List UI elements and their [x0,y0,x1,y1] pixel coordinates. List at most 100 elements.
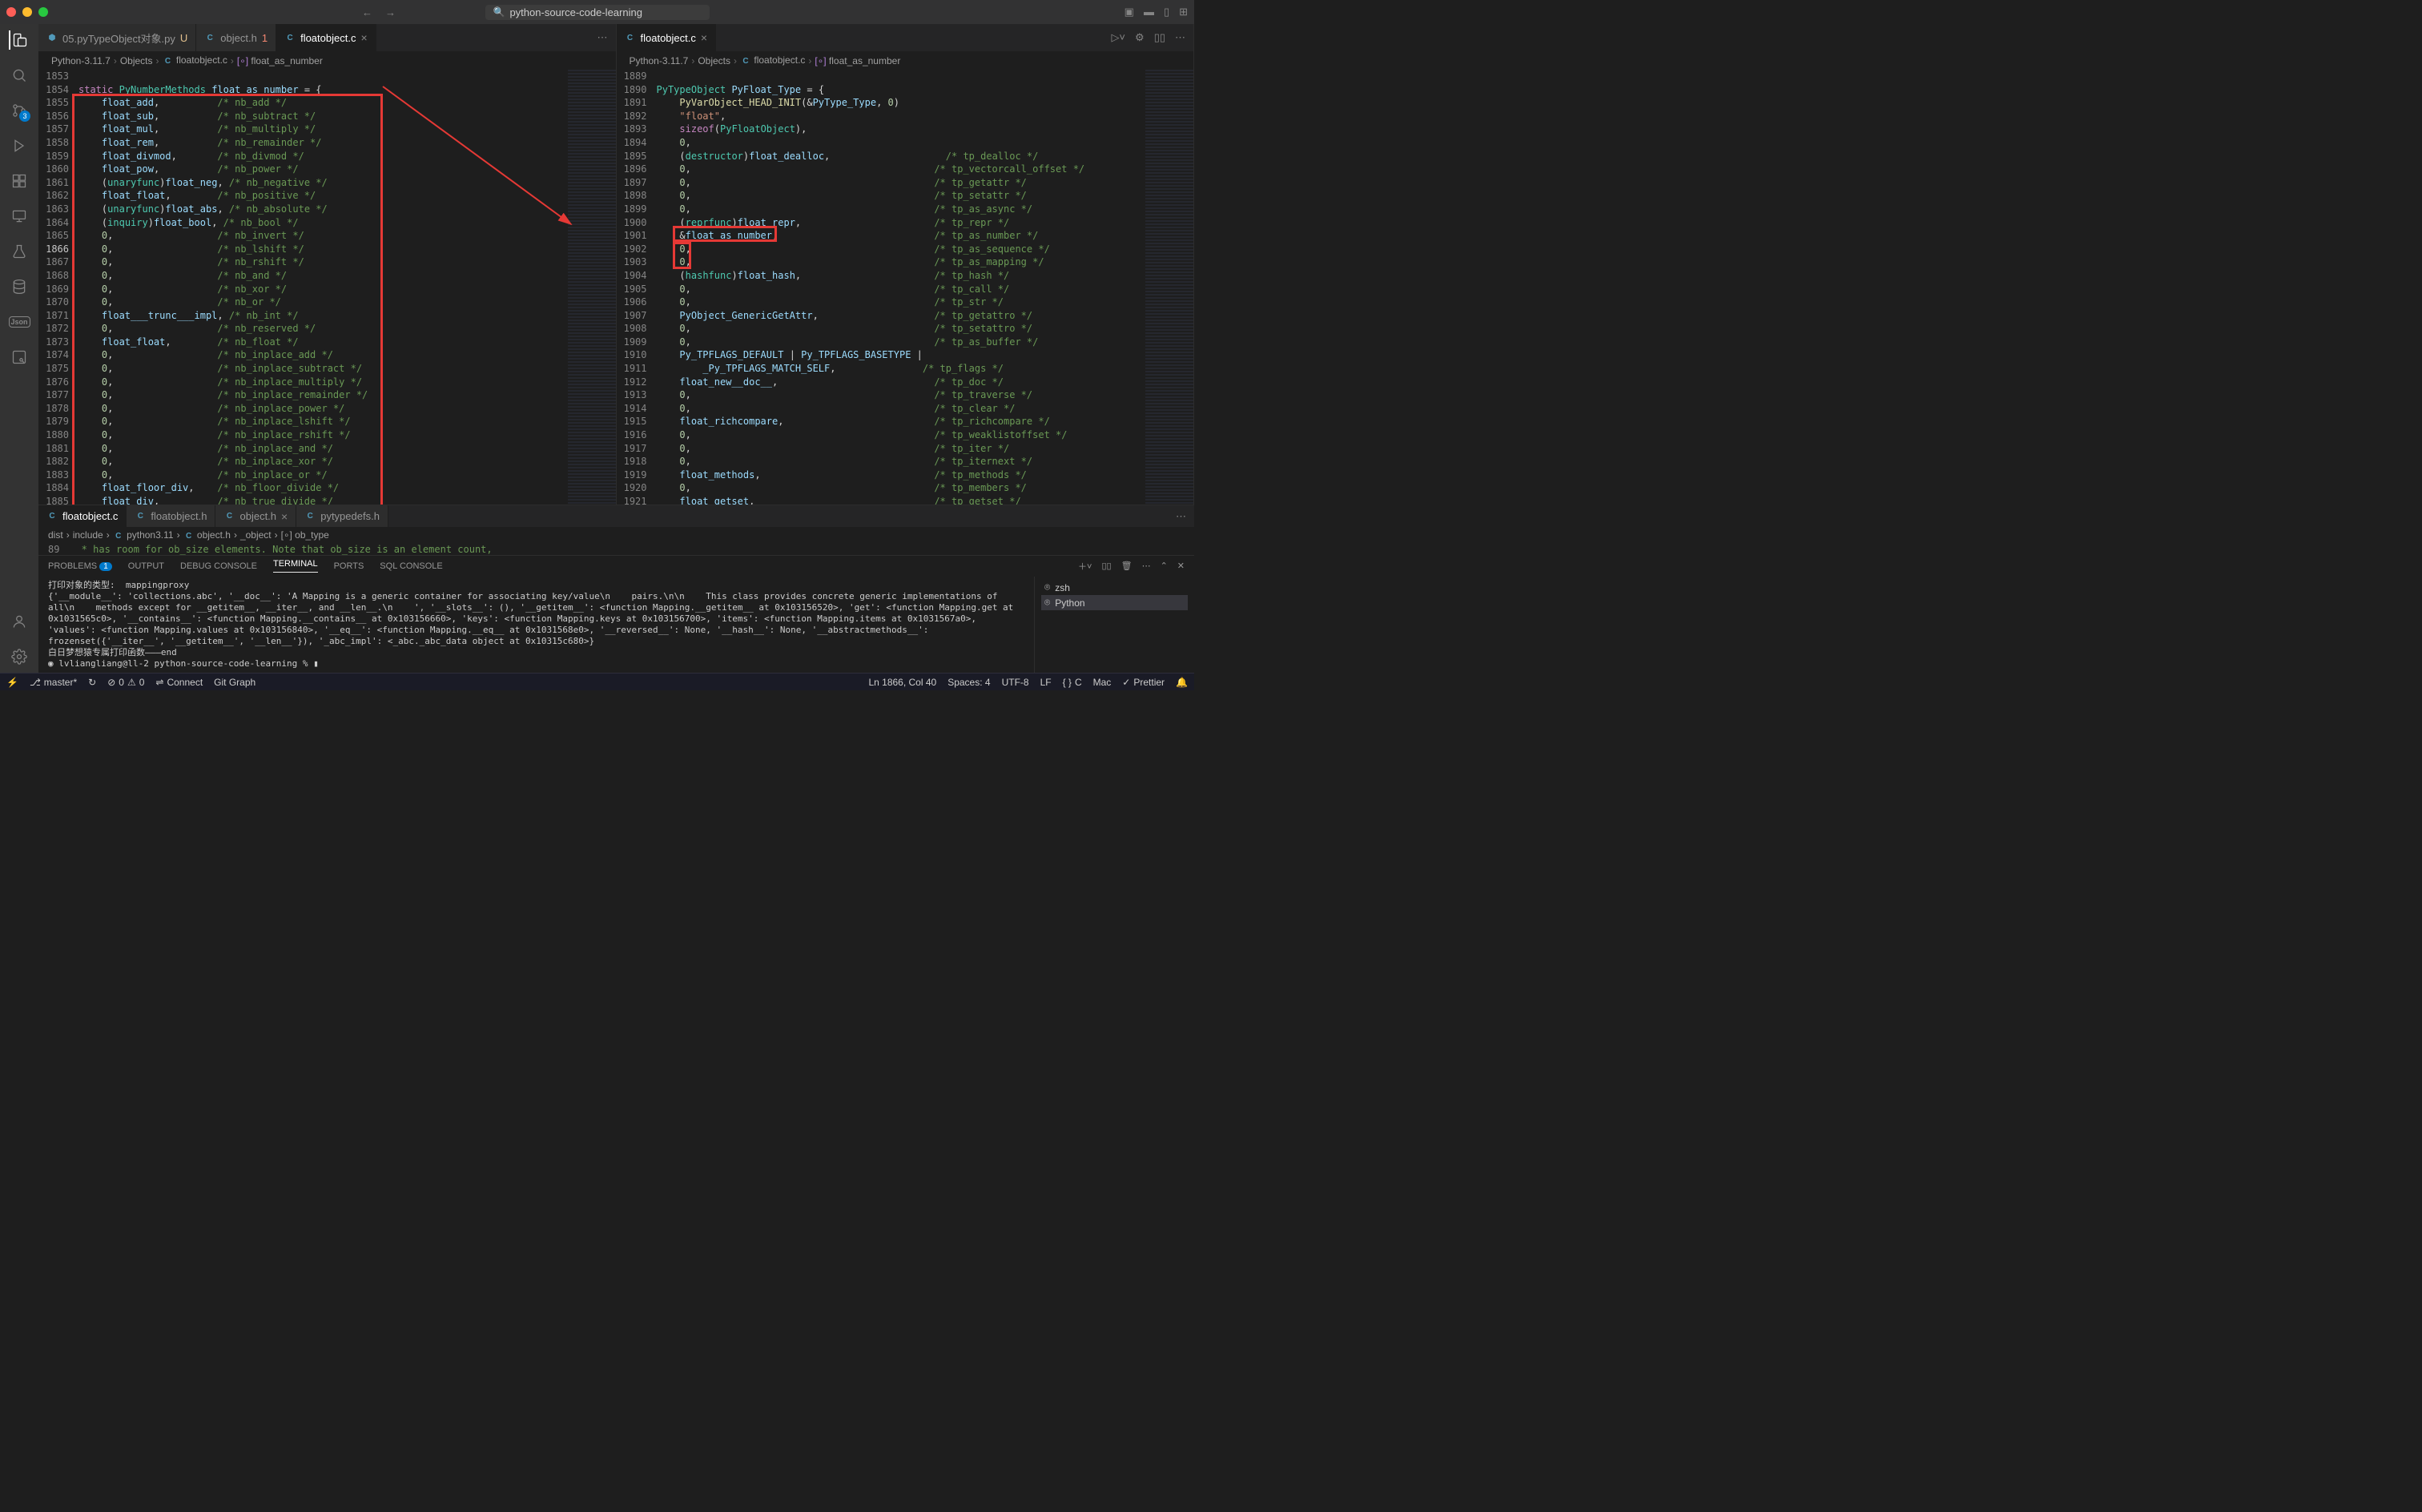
code-line[interactable]: 0, /* tp_setattr */ [657,189,1146,203]
cursor-position[interactable]: Ln 1866, Col 40 [868,677,936,688]
run-debug-icon[interactable] [10,136,29,155]
code-line[interactable]: float_pow, /* nb_power */ [78,163,568,176]
explorer-icon[interactable] [9,30,28,50]
code-line[interactable]: 0, /* nb_inplace_subtract */ [78,362,568,376]
code-line[interactable]: 0, /* tp_setattro */ [657,322,1146,336]
new-terminal-icon[interactable]: ＋˅ [1078,560,1092,573]
code-line[interactable]: 0, /* nb_or */ [78,296,568,309]
code-line[interactable]: float_sub, /* nb_subtract */ [78,110,568,123]
code-line[interactable]: float_floor_div, /* nb_floor_divide */ [78,481,568,495]
terminal-shell-item[interactable]: ⌾ zsh [1041,580,1188,595]
extensions-icon[interactable] [10,171,29,191]
code-line[interactable]: 0, /* tp_weaklistoffset */ [657,428,1146,442]
code-line[interactable]: (inquiry)float_bool, /* nb_bool */ [78,216,568,230]
breadcrumb-item[interactable]: [∘] ob_type [281,529,329,541]
code-line[interactable]: 0, /* tp_getattr */ [657,176,1146,190]
code-line[interactable] [657,70,1146,83]
editor-tab[interactable]: Cobject.h1 [196,24,276,51]
indentation-status[interactable]: Spaces: 4 [947,677,990,688]
code-line[interactable]: 0, /* tp_members */ [657,481,1146,495]
editor-tab[interactable]: Cfloatobject.c× [276,24,376,51]
code-line[interactable]: 0, /* nb_rshift */ [78,255,568,269]
code-lines[interactable]: static PyNumberMethods float_as_number =… [78,70,568,505]
code-editor-left[interactable]: 1853185418551856185718581859186018611862… [38,70,616,505]
code-line[interactable]: 0, /* nb_inplace_xor */ [78,455,568,468]
code-line[interactable]: "float", [657,110,1146,123]
code-line[interactable]: (hashfunc)float_hash, /* tp_hash */ [657,269,1146,283]
code-line[interactable]: 0, /* nb_and */ [78,269,568,283]
sql-console-tab[interactable]: SQL CONSOLE [380,561,442,571]
json-icon[interactable]: Json [10,312,29,332]
problems-tab[interactable]: PROBLEMS 1 [48,561,112,571]
code-line[interactable]: 0, /* tp_iternext */ [657,455,1146,468]
breadcrumbs-left[interactable]: Python-3.11.7 › Objects › C floatobject.… [38,52,616,70]
code-line[interactable]: Py_TPFLAGS_DEFAULT | Py_TPFLAGS_BASETYPE… [657,348,1146,362]
nav-back-icon[interactable]: ← [362,6,372,18]
breadcrumb-item[interactable]: C python3.11 [113,529,174,542]
code-line[interactable]: 0, /* tp_str */ [657,296,1146,309]
minimap-left[interactable] [568,70,616,505]
language-mode[interactable]: { } C [1063,677,1082,688]
eol-status[interactable]: LF [1040,677,1052,688]
code-line[interactable]: 0, /* nb_inplace_power */ [78,402,568,416]
breadcrumb-item[interactable]: C floatobject.c [740,54,805,67]
code-line[interactable]: float_rem, /* nb_remainder */ [78,136,568,150]
code-line[interactable] [78,70,568,83]
breadcrumb-item[interactable]: dist [48,529,63,541]
close-tab-icon[interactable]: × [701,31,707,44]
code-editor-right[interactable]: 1889189018911892189318941895189618971898… [617,70,1194,505]
editor-tab[interactable]: Cfloatobject.c [38,505,127,527]
code-line[interactable]: (unaryfunc)float_abs, /* nb_absolute */ [78,203,568,216]
editor-tab[interactable]: ⬢05.pyTypeObject对象.pyU [38,24,196,51]
os-indicator[interactable]: Mac [1093,677,1112,688]
accounts-icon[interactable] [10,612,29,631]
toggle-panel-icon[interactable]: ▬ [1144,6,1154,18]
editor-tab[interactable]: Cfloatobject.c× [617,24,717,51]
code-line[interactable]: 0, [657,136,1146,150]
prettier-status[interactable]: ✓ Prettier [1122,677,1165,688]
breadcrumb-item[interactable]: _object [240,529,272,541]
search-view-icon[interactable] [10,66,29,85]
output-tab[interactable]: OUTPUT [128,561,164,571]
code-line[interactable]: float_mul, /* nb_multiply */ [78,123,568,136]
breadcrumb-item[interactable]: C floatobject.c [163,54,227,67]
code-line[interactable]: float_methods, /* tp_methods */ [657,468,1146,482]
problems-status[interactable]: ⊘ 0 ⚠ 0 [107,677,144,688]
code-line[interactable]: 0, /* nb_inplace_and */ [78,442,568,456]
sync-button[interactable]: ↻ [88,677,96,688]
remote-indicator[interactable]: ⚡ [6,677,18,688]
breadcrumb-item[interactable]: C object.h [183,529,231,542]
terminal-shell-item[interactable]: ⌾ Python [1041,595,1188,610]
breadcrumb-item[interactable]: Python-3.11.7 [630,55,689,66]
code-line[interactable]: float_divmod, /* nb_divmod */ [78,150,568,163]
code-line[interactable]: float_richcompare, /* tp_richcompare */ [657,415,1146,428]
remote-explorer-icon[interactable] [10,207,29,226]
nav-forward-icon[interactable]: → [385,6,396,18]
terminal-output[interactable]: 打印对象的类型: mappingproxy {'__module__': 'co… [38,577,1034,673]
git-graph-status[interactable]: Git Graph [214,677,255,688]
maximize-panel-icon[interactable]: ⌃ [1161,561,1168,571]
debug-console-tab[interactable]: DEBUG CONSOLE [180,561,257,571]
code-line[interactable]: 0, /* tp_clear */ [657,402,1146,416]
close-tab-icon[interactable]: × [281,510,288,523]
editor-tab[interactable]: Cpytypedefs.h [296,505,388,527]
run-icon[interactable]: ▷˅ [1111,31,1125,44]
split-terminal-icon[interactable]: ▯▯ [1101,561,1111,571]
source-control-icon[interactable]: 3 [10,101,29,120]
breadcrumb-item[interactable]: Objects [698,55,730,66]
code-line[interactable]: (unaryfunc)float_neg, /* nb_negative */ [78,176,568,190]
breadcrumb-item[interactable]: [∘] float_as_number [815,55,900,66]
code-line[interactable]: PyVarObject_HEAD_INIT(&PyType_Type, 0) [657,96,1146,110]
toggle-primary-sidebar-icon[interactable]: ▣ [1124,6,1134,18]
testing-icon[interactable] [10,242,29,261]
code-line[interactable]: 0, /* nb_inplace_lshift */ [78,415,568,428]
code-line[interactable]: sizeof(PyFloatObject), [657,123,1146,136]
bottom-breadcrumbs[interactable]: dist › include › C python3.11 › C object… [38,527,1194,543]
code-line[interactable]: 0, /* nb_invert */ [78,229,568,243]
code-line[interactable]: 0, /* tp_vectorcall_offset */ [657,163,1146,176]
code-line[interactable]: 0, /* tp_traverse */ [657,388,1146,402]
code-line[interactable]: 0, /* nb_inplace_add */ [78,348,568,362]
code-line[interactable]: 0, /* nb_inplace_multiply */ [78,376,568,389]
database-icon[interactable] [10,277,29,296]
code-line[interactable]: &float_as_number, /* tp_as_number */ [657,229,1146,243]
